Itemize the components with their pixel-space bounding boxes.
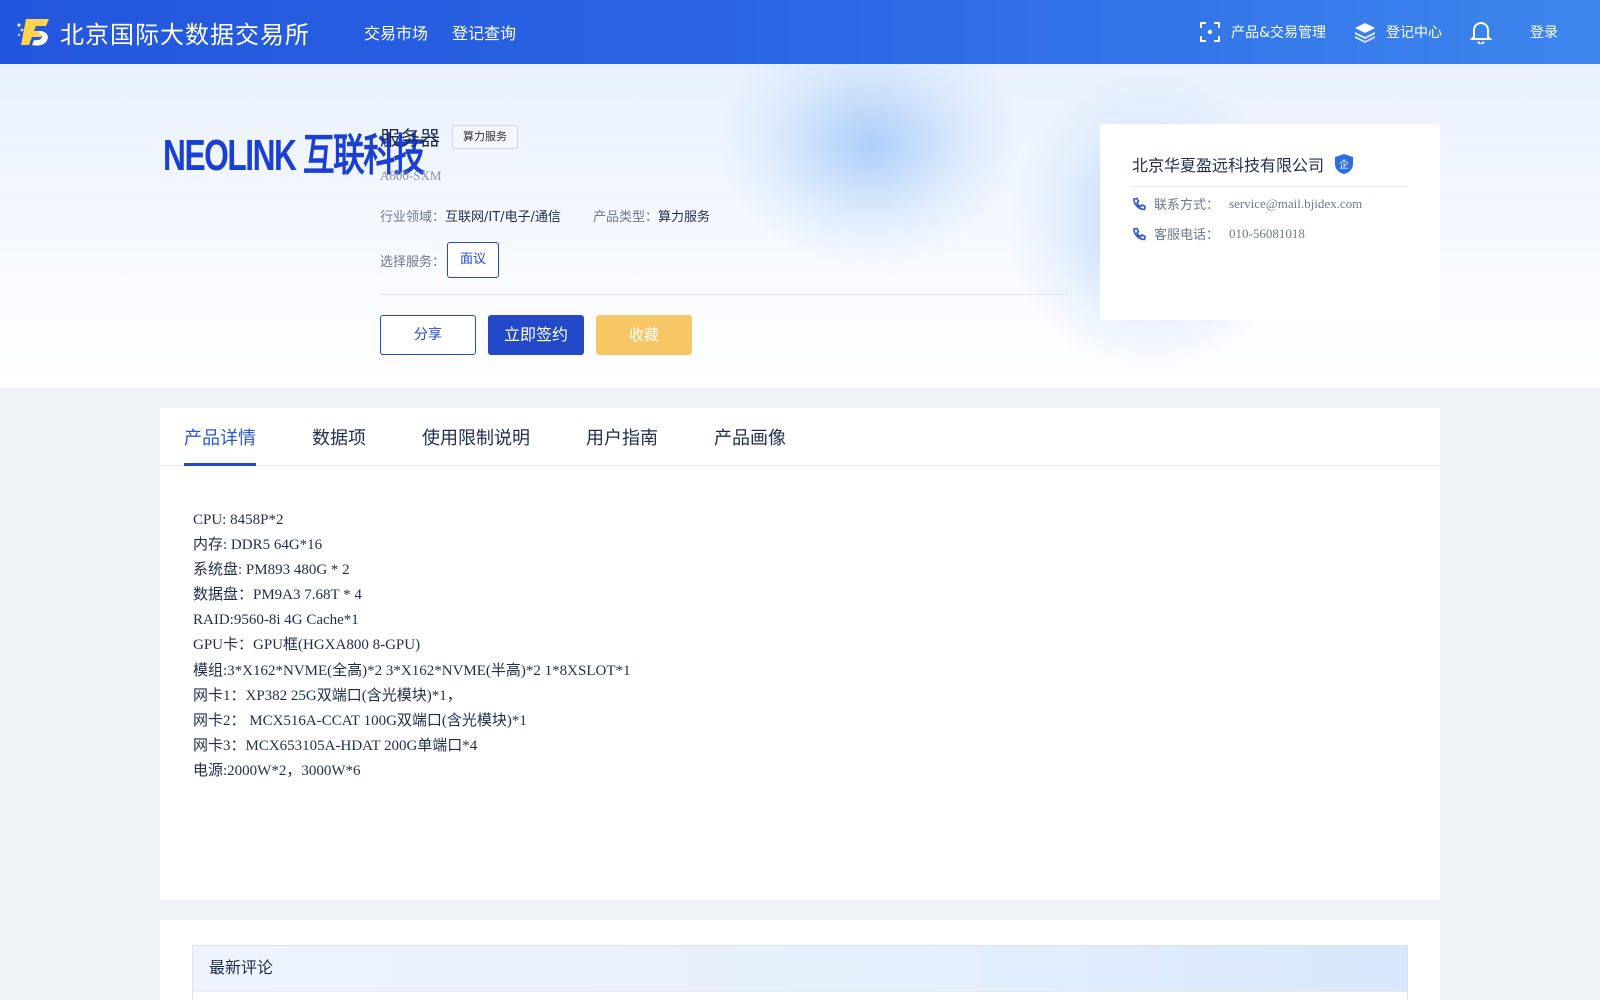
spec-line: 系统盘: PM893 480G * 2 bbox=[193, 562, 350, 579]
contact-email-row: 联系方式： service@mail.bjidex.com bbox=[1132, 194, 1362, 213]
spec-line: 内存: DDR5 64G*16 bbox=[193, 537, 323, 554]
tab-product-details[interactable]: 产品详情 bbox=[184, 424, 256, 450]
industry-label: 行业领域： bbox=[380, 210, 446, 225]
main-nav: 交易市场 登记查询 bbox=[364, 20, 516, 44]
spec-line: CPU: 8458P*2 bbox=[193, 512, 284, 528]
enterprise-verified-shield-icon: 企 bbox=[1335, 154, 1354, 174]
comments-card: 最新评论 bbox=[160, 920, 1440, 1000]
register-center-link[interactable]: 登记中心 bbox=[1354, 21, 1442, 43]
company-card: 北京华夏盈远科技有限公司 企 联系方式： service@mail.bjidex… bbox=[1100, 124, 1440, 320]
phone-icon bbox=[1133, 197, 1146, 210]
top-nav-bar: 北京国际大数据交易所 交易市场 登记查询 产品&交易管理 登记中心 登录 bbox=[0, 0, 1600, 64]
bell-icon bbox=[1470, 22, 1492, 44]
site-title: 北京国际大数据交易所 bbox=[60, 20, 310, 49]
industry-value: 互联网/IT/电子/通信 bbox=[445, 210, 561, 225]
product-detail-card: 产品详情 数据项 使用限制说明 用户指南 产品画像 CPU: 8458P*2 内… bbox=[160, 408, 1440, 900]
nav-market[interactable]: 交易市场 bbox=[364, 20, 428, 44]
spec-line: 网卡1：XP382 25G双端口(含光模块)*1， bbox=[193, 687, 462, 704]
tab-product-profile[interactable]: 产品画像 bbox=[714, 424, 786, 450]
spec-line: 网卡3：MCX653105A-HDAT 200G单端口*4 bbox=[193, 737, 478, 754]
spec-line: GPU卡：GPU框(HGXA800 8-GPU) bbox=[193, 637, 421, 654]
divider bbox=[1132, 186, 1408, 187]
spec-line: 电源:2000W*2，3000W*6 bbox=[193, 762, 361, 779]
contact-email[interactable]: service@mail.bjidex.com bbox=[1229, 196, 1362, 212]
service-selector: 选择服务： 面议 bbox=[380, 242, 500, 278]
nav-register-query[interactable]: 登记查询 bbox=[452, 20, 516, 44]
tab-user-guide[interactable]: 用户指南 bbox=[586, 424, 658, 450]
tab-data-items[interactable]: 数据项 bbox=[312, 424, 366, 450]
service-option-negotiable[interactable]: 面议 bbox=[447, 242, 500, 278]
comments-title: 最新评论 bbox=[192, 945, 1408, 991]
brand[interactable]: 北京国际大数据交易所 bbox=[16, 14, 310, 50]
service-phone-label: 客服电话： bbox=[1154, 228, 1220, 243]
industry-field: 行业领域：互联网/IT/电子/通信 bbox=[380, 206, 561, 225]
spec-line: RAID:9560-8i 4G Cache*1 bbox=[193, 612, 359, 629]
product-type-field: 产品类型：算力服务 bbox=[593, 206, 710, 225]
divider bbox=[380, 294, 1068, 295]
spec-line: 网卡2： MCX516A-CCAT 100G双端口(含光模块)*1 bbox=[193, 712, 527, 729]
phone-icon bbox=[1133, 227, 1146, 240]
active-tab-indicator bbox=[184, 463, 256, 466]
bigdata-exchange-logo-icon bbox=[17, 19, 49, 46]
notification-button[interactable] bbox=[1470, 20, 1492, 44]
service-phone-number: 010-56081018 bbox=[1229, 225, 1305, 241]
spec-line: 数据盘：PM9A3 7.68T * 4 bbox=[193, 587, 362, 604]
product-meta: 行业领域：互联网/IT/电子/通信 产品类型：算力服务 bbox=[380, 206, 742, 225]
share-button[interactable]: 分享 bbox=[380, 315, 476, 355]
contact-label: 联系方式： bbox=[1154, 198, 1220, 213]
spec-line: 模组:3*X162*NVME(全高)*2 3*X162*NVME(半高)*2 1… bbox=[193, 662, 631, 679]
service-phone-row: 客服电话： 010-56081018 bbox=[1132, 224, 1305, 243]
product-model: A800-SXM bbox=[380, 168, 442, 183]
company-name-row: 北京华夏盈远科技有限公司 企 bbox=[1132, 152, 1354, 176]
decorative-glow bbox=[720, 64, 1020, 264]
spec-list: CPU: 8458P*2 内存: DDR5 64G*16 系统盘: PM893 … bbox=[193, 508, 630, 784]
company-name[interactable]: 北京华夏盈远科技有限公司 bbox=[1132, 152, 1324, 176]
product-type-label: 产品类型： bbox=[592, 210, 658, 225]
product-type-value: 算力服务 bbox=[657, 210, 710, 225]
favorite-button[interactable]: 收藏 bbox=[596, 315, 692, 355]
scan-frame-icon bbox=[1200, 22, 1221, 42]
product-actions: 分享 立即签约 收藏 bbox=[380, 315, 692, 355]
product-category-tag: 算力服务 bbox=[452, 124, 518, 149]
detail-tabs: 产品详情 数据项 使用限制说明 用户指南 产品画像 bbox=[160, 408, 1440, 466]
layers-icon bbox=[1355, 23, 1375, 43]
register-center-label: 登记中心 bbox=[1386, 25, 1442, 41]
product-trade-management-label: 产品&交易管理 bbox=[1231, 25, 1326, 41]
service-label: 选择服务： bbox=[380, 254, 446, 270]
comments-body bbox=[192, 991, 1408, 1000]
enterprise-badge-text: 企 bbox=[1339, 158, 1349, 171]
sign-now-button[interactable]: 立即签约 bbox=[488, 315, 584, 355]
product-name: 服务器 bbox=[380, 126, 440, 150]
login-link[interactable]: 登录 bbox=[1530, 22, 1558, 42]
product-trade-management-link[interactable]: 产品&交易管理 bbox=[1199, 21, 1326, 43]
product-logo: NEOLINK 互联科技 bbox=[163, 113, 425, 189]
product-title-row: 服务器 算力服务 bbox=[380, 122, 518, 151]
user-nav: 产品&交易管理 登记中心 登录 bbox=[1171, 18, 1558, 46]
tab-usage-restrictions[interactable]: 使用限制说明 bbox=[422, 424, 530, 450]
